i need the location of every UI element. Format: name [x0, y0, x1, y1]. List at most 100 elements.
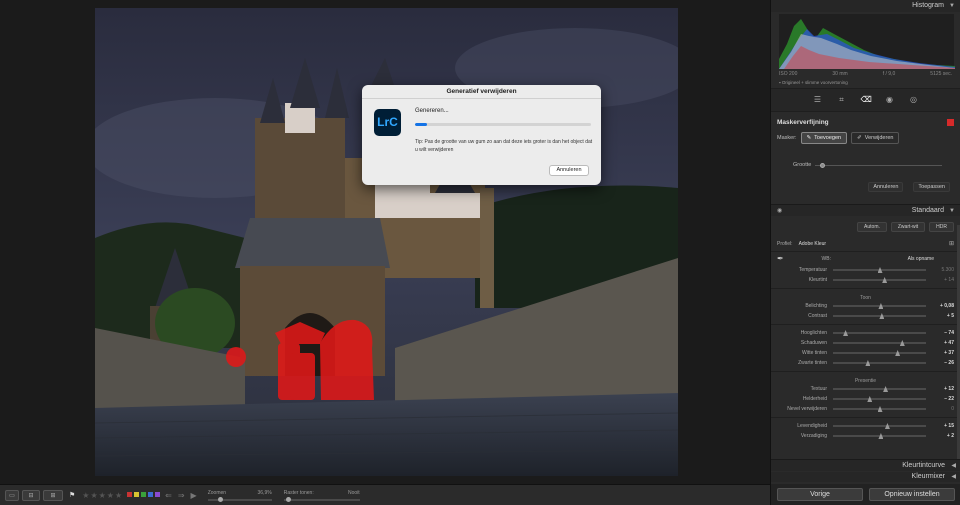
hdr-button[interactable]: HDR — [929, 222, 954, 232]
slider-track[interactable] — [833, 330, 926, 336]
slider-knob[interactable] — [895, 350, 901, 356]
zoom-control[interactable]: Zoomen 36,9% — [207, 490, 272, 502]
standard-header[interactable]: ◉ Standaard ▼ — [771, 204, 960, 216]
zoom-slider-knob[interactable] — [217, 496, 223, 502]
slider-row[interactable]: Temperatuur 5.300 — [771, 265, 960, 275]
play-icon[interactable]: ▶ — [191, 491, 197, 500]
eyedropper-icon[interactable]: ✒ — [777, 254, 797, 263]
crop-icon[interactable]: ⌗ — [837, 95, 847, 105]
slider-track[interactable] — [833, 360, 926, 366]
slider-row[interactable]: Textuur + 12 — [771, 384, 960, 394]
photo-preview[interactable] — [95, 8, 678, 476]
slider-value[interactable]: + 12 — [934, 386, 954, 392]
cancel-button[interactable]: Annuleren — [549, 165, 589, 176]
slider-row[interactable]: Verzadiging + 2 — [771, 431, 960, 441]
slider-knob[interactable] — [877, 267, 883, 273]
wb-row[interactable]: ✒ WB: Als opname — [771, 252, 960, 265]
wb-value[interactable]: Als opname — [837, 256, 954, 262]
slider-knob[interactable] — [883, 386, 889, 392]
collapse-triangle-icon[interactable]: ◀ — [951, 472, 956, 482]
mask-color-swatch[interactable] — [947, 119, 954, 126]
slider-value[interactable]: – 74 — [934, 330, 954, 336]
survey-view-button[interactable]: ⊞ — [43, 489, 63, 501]
slider-knob[interactable] — [878, 433, 884, 439]
slider-track[interactable] — [833, 406, 926, 412]
profile-row[interactable]: Profiel: Adobe Kleur ⊞ — [771, 234, 960, 252]
slider-row[interactable]: Nevel verwijderen 0 — [771, 404, 960, 414]
slider-value[interactable]: + 47 — [934, 340, 954, 346]
mask-cancel-button[interactable]: Annuleren — [868, 182, 904, 192]
image-canvas[interactable]: Generatief verwijderen LrC Genereren... … — [0, 0, 770, 484]
color-label-swatch[interactable] — [127, 491, 133, 497]
slider-knob[interactable] — [899, 340, 905, 346]
slider-value[interactable]: – 22 — [934, 396, 954, 402]
color-label-swatch[interactable] — [148, 491, 154, 497]
tone-curve-header[interactable]: Kleurtintcurve ◀ — [771, 459, 960, 471]
slider-knob[interactable] — [843, 330, 849, 336]
slider-value[interactable]: + 15 — [934, 423, 954, 429]
slider-row[interactable]: Helderheid – 22 — [771, 394, 960, 404]
mask-apply-button[interactable]: Toepassen — [913, 182, 950, 192]
slider-track[interactable] — [833, 313, 926, 319]
slider-row[interactable]: Witte tinten + 37 — [771, 348, 960, 358]
slider-value[interactable]: – 26 — [934, 360, 954, 366]
slider-value[interactable]: + 14 — [934, 277, 954, 283]
color-label-swatch[interactable] — [155, 491, 161, 497]
add-mask-button[interactable]: ✎ Toevoegen — [800, 132, 848, 144]
slider-row[interactable]: Belichting + 0,08 — [771, 301, 960, 311]
eye-icon[interactable]: ◉ — [777, 205, 782, 217]
slider-knob[interactable] — [884, 423, 890, 429]
auto-button[interactable]: Autom. — [857, 222, 887, 232]
slider-track[interactable] — [833, 267, 926, 273]
color-mixer-header[interactable]: Kleurmixer ◀ — [771, 472, 960, 482]
grid-control[interactable]: Raster tonen: Nooit — [283, 490, 360, 502]
size-slider-knob[interactable] — [820, 162, 826, 168]
slider-row[interactable]: Schaduwen + 47 — [771, 338, 960, 348]
slider-value[interactable]: 0 — [934, 406, 954, 412]
slider-knob[interactable] — [865, 360, 871, 366]
rating-stars[interactable]: ★★★★★ — [82, 491, 123, 500]
color-label-swatch[interactable] — [134, 491, 140, 497]
slider-knob[interactable] — [877, 406, 883, 412]
slider-knob[interactable] — [879, 313, 885, 319]
slider-track[interactable] — [833, 340, 926, 346]
profile-grid-icon[interactable]: ⊞ — [949, 240, 954, 247]
profile-value[interactable]: Adobe Kleur — [799, 241, 827, 247]
next-arrow-icon[interactable]: ⇒ — [178, 491, 185, 500]
slider-track[interactable] — [833, 433, 926, 439]
histogram-header[interactable]: Histogram ▼ — [771, 0, 960, 12]
slider-row[interactable]: Contrast + 5 — [771, 311, 960, 321]
remove-mask-button[interactable]: ✐ Verwijderen — [851, 132, 900, 144]
masking-icon[interactable]: ◎ — [909, 95, 919, 105]
edit-sliders-icon[interactable]: ☰ — [813, 95, 823, 105]
slider-row[interactable]: Hooglichten – 74 — [771, 328, 960, 338]
grid-slider-knob[interactable] — [285, 496, 291, 502]
color-label-swatch[interactable] — [141, 491, 147, 497]
slider-track[interactable] — [833, 350, 926, 356]
reset-button[interactable]: Opnieuw instellen — [869, 488, 955, 501]
slider-value[interactable]: + 2 — [934, 433, 954, 439]
slider-value[interactable]: + 37 — [934, 350, 954, 356]
slider-value[interactable]: 5.300 — [934, 267, 954, 273]
slider-value[interactable]: + 0,08 — [934, 303, 954, 309]
compare-view-button[interactable]: ⊟ — [22, 489, 40, 501]
slider-track[interactable] — [833, 303, 926, 309]
collapse-triangle-icon[interactable]: ◀ — [951, 460, 956, 472]
size-slider-row[interactable]: Grootte — [793, 162, 954, 168]
slider-row[interactable]: Levendigheid + 15 — [771, 421, 960, 431]
slider-track[interactable] — [833, 423, 926, 429]
prev-arrow-icon[interactable]: ⇐ — [165, 491, 172, 500]
redeye-icon[interactable]: ◉ — [885, 95, 895, 105]
remove-eraser-icon[interactable]: ⌫ — [861, 95, 872, 105]
color-labels[interactable] — [127, 491, 162, 499]
slider-knob[interactable] — [882, 277, 888, 283]
collapse-triangle-icon[interactable]: ▼ — [949, 205, 955, 217]
slider-track[interactable] — [833, 277, 926, 283]
flag-icon[interactable]: ⚑ — [69, 491, 75, 499]
collapse-triangle-icon[interactable]: ▼ — [949, 0, 955, 12]
bw-button[interactable]: Zwart-wit — [890, 222, 926, 232]
slider-value[interactable]: + 5 — [934, 313, 954, 319]
previous-button[interactable]: Vorige — [777, 488, 863, 501]
slider-row[interactable]: Zwarte tinten – 26 — [771, 358, 960, 368]
slider-knob[interactable] — [878, 303, 884, 309]
